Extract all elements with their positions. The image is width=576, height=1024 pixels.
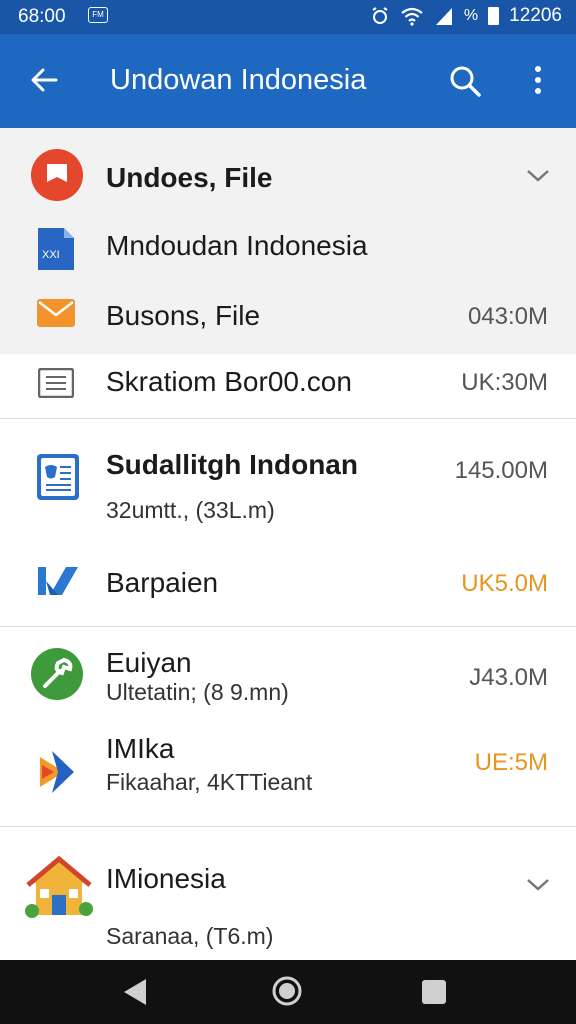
search-icon[interactable] <box>448 64 482 98</box>
nav-home-icon[interactable] <box>271 975 303 1007</box>
more-vert-icon[interactable] <box>530 64 546 96</box>
list-item[interactable]: Euiyan Ultetatin; (8 9.mn) J43.0M <box>0 627 576 727</box>
nav-recents-icon[interactable] <box>420 978 448 1006</box>
app-bar: Undowan Indonesia <box>0 34 576 128</box>
section-header-4[interactable]: IMionesia Saranaa, (T6.m) <box>0 827 576 960</box>
status-icons: % 12206 <box>370 5 562 27</box>
record-icon <box>31 149 83 201</box>
tools-icon <box>31 648 83 700</box>
file-list: Undoes, File XXI Mndoudan Indonesia Buso… <box>0 128 576 960</box>
nav-back-icon[interactable] <box>122 977 148 1007</box>
list-item[interactable]: Sudallitgh Indonan 32umtt., (33L.m) 145.… <box>0 419 576 539</box>
list-item[interactable]: Barpaien UK5.0M <box>0 539 576 627</box>
media-app-icon <box>40 751 74 793</box>
alarm-icon <box>372 7 388 24</box>
section-2: Sudallitgh Indonan 32umtt., (33L.m) 145.… <box>0 419 576 627</box>
status-clock: 12206 <box>509 5 562 26</box>
item-size: 043:0M <box>467 303 548 330</box>
text-file-icon <box>38 368 74 398</box>
battery-icon <box>488 7 500 25</box>
item-size: 145.00M <box>454 457 548 484</box>
item-size: UK:30M <box>461 369 548 396</box>
item-label: IMIka <box>106 733 175 764</box>
back-arrow-icon[interactable] <box>28 64 60 96</box>
document-icon: XXI <box>38 228 74 270</box>
section-title: IMionesia <box>106 863 226 894</box>
item-subtitle: Ultetatin; (8 9.mn) <box>106 679 289 705</box>
notification-icon: FM <box>88 7 108 23</box>
list-item[interactable]: IMIka Fikaahar, 4KTTieant UE:5M <box>0 727 576 827</box>
chevron-down-icon[interactable] <box>526 168 550 184</box>
mail-icon <box>37 299 75 327</box>
item-subtitle: 32umtt., (33L.m) <box>106 497 275 523</box>
list-item[interactable]: Skratiom Bor00.con UK:30M <box>0 354 576 418</box>
section-subtitle: Saranaa, (T6.m) <box>106 923 274 949</box>
battery-percent: % <box>463 7 479 24</box>
status-bar: 68:00 FM % 12206 <box>0 0 576 34</box>
section-header-1[interactable]: Undoes, File <box>0 128 576 228</box>
id-card-icon <box>37 454 79 500</box>
item-label: Mndoudan Indonesia <box>106 230 368 261</box>
item-label: Busons, File <box>106 300 261 331</box>
app-k-icon <box>38 567 78 595</box>
signal-icon <box>435 8 452 25</box>
item-label: Skratiom Bor00.con <box>106 366 352 397</box>
list-item[interactable]: Busons, File 043:0M <box>0 288 576 354</box>
status-time: 68:00 <box>18 6 66 27</box>
section-title: Undoes, File <box>106 162 273 193</box>
item-label: Euiyan <box>106 647 192 678</box>
item-subtitle: Fikaahar, 4KTTieant <box>106 769 313 795</box>
page-title: Undowan Indonesia <box>110 64 367 96</box>
item-size: J43.0M <box>469 664 548 691</box>
item-size: UE:5M <box>474 749 548 776</box>
list-item[interactable]: XXI Mndoudan Indonesia <box>0 218 576 288</box>
item-size: UK5.0M <box>461 570 548 597</box>
section-3: Euiyan Ultetatin; (8 9.mn) J43.0M IMIka … <box>0 627 576 827</box>
item-label: Sudallitgh Indonan <box>106 449 358 480</box>
chevron-down-icon[interactable] <box>526 877 550 893</box>
svg-text:XXI: XXI <box>42 249 60 261</box>
house-icon <box>25 855 93 918</box>
item-label: Barpaien <box>106 567 219 598</box>
wifi-icon <box>401 7 423 26</box>
system-nav-bar <box>0 960 576 1024</box>
